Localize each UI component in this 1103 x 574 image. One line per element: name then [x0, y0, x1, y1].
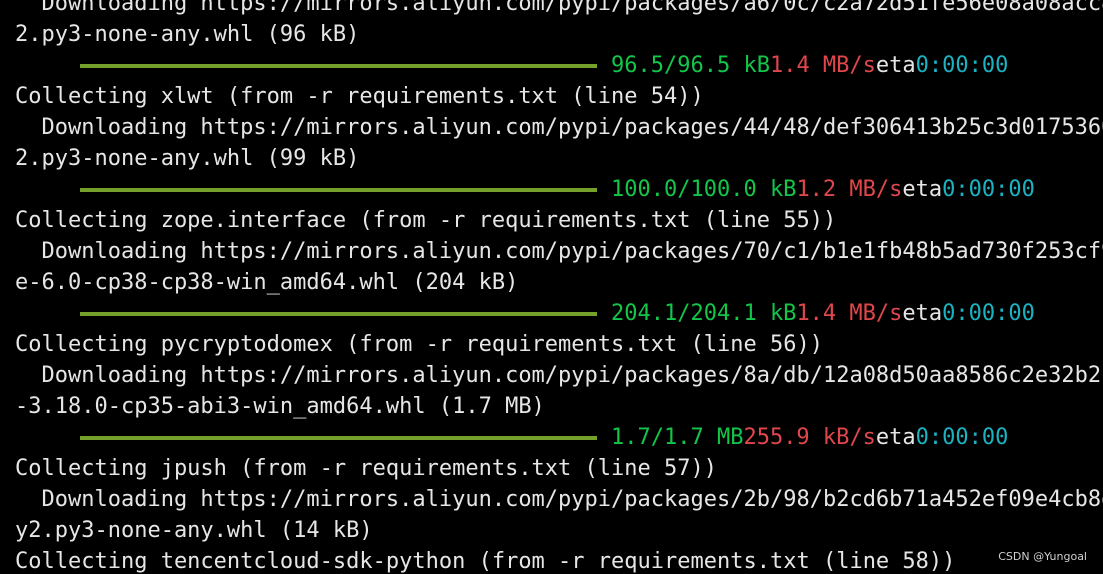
eta-value: 0:00:00: [915, 425, 1009, 450]
progress-bar: [80, 63, 597, 68]
progress-line: 96.5/96.5 kB 1.4 MB/s eta 0:00:00: [15, 50, 1103, 81]
terminal-line: 2.py3-none-any.whl (99 kB): [15, 146, 360, 171]
watermark: CSDN @Yungoal: [998, 550, 1087, 563]
terminal-line: Downloading https://mirrors.aliyun.com/p…: [15, 0, 1103, 16]
download-rate: 1.4 MB/s: [796, 301, 903, 326]
download-rate: 255.9 kB/s: [743, 425, 876, 450]
eta-value: 0:00:00: [915, 53, 1009, 78]
download-rate: 1.2 MB/s: [796, 177, 903, 202]
progress-line: 204.1/204.1 kB 1.4 MB/s eta 0:00:00: [15, 298, 1103, 329]
terminal-line: Downloading https://mirrors.aliyun.com/p…: [15, 239, 1103, 264]
progress-line: 100.0/100.0 kB 1.2 MB/s eta 0:00:00: [15, 174, 1103, 205]
terminal-line: Collecting pycryptodomex (from -r requir…: [15, 332, 823, 357]
progress-bar-fill: [80, 187, 597, 192]
eta-value: 0:00:00: [942, 177, 1035, 202]
terminal-output: Downloading https://mirrors.aliyun.com/p…: [15, 0, 1103, 574]
progress-bar-fill: [80, 63, 597, 68]
progress-bar: [80, 435, 597, 440]
download-size: 96.5/96.5 kB: [611, 53, 770, 78]
progress-bar-fill: [80, 311, 597, 316]
progress-bar-fill: [80, 435, 597, 440]
download-size: 1.7/1.7 MB: [611, 425, 744, 450]
terminal-line: Collecting tencentcloud-sdk-python (from…: [15, 549, 956, 574]
terminal-line: e-6.0-cp38-cp38-win_amd64.whl (204 kB): [15, 270, 519, 295]
eta-value: 0:00:00: [942, 301, 1035, 326]
eta-label: eta: [902, 301, 943, 326]
terminal-line: Downloading https://mirrors.aliyun.com/p…: [15, 115, 1103, 140]
progress-bar: [80, 311, 597, 316]
terminal-line: Collecting zope.interface (from -r requi…: [15, 208, 837, 233]
progress-line: 1.7/1.7 MB 255.9 kB/s eta 0:00:00: [15, 422, 1103, 453]
terminal-line: Collecting xlwt (from -r requirements.tx…: [15, 84, 704, 109]
download-size: 204.1/204.1 kB: [611, 301, 797, 326]
download-rate: 1.4 MB/s: [769, 53, 876, 78]
eta-label: eta: [875, 425, 916, 450]
terminal-line: -3.18.0-cp35-abi3-win_amd64.whl (1.7 MB): [15, 394, 545, 419]
download-size: 100.0/100.0 kB: [611, 177, 797, 202]
eta-label: eta: [902, 177, 943, 202]
terminal-line: 2.py3-none-any.whl (96 kB): [15, 22, 360, 47]
terminal-line: Downloading https://mirrors.aliyun.com/p…: [15, 487, 1103, 512]
eta-label: eta: [875, 53, 916, 78]
progress-bar: [80, 187, 597, 192]
terminal-line: y2.py3-none-any.whl (14 kB): [15, 518, 373, 543]
terminal-line: Collecting jpush (from -r requirements.t…: [15, 456, 717, 481]
terminal-window[interactable]: Downloading https://mirrors.aliyun.com/p…: [0, 0, 1103, 574]
terminal-line: Downloading https://mirrors.aliyun.com/p…: [15, 363, 1103, 388]
